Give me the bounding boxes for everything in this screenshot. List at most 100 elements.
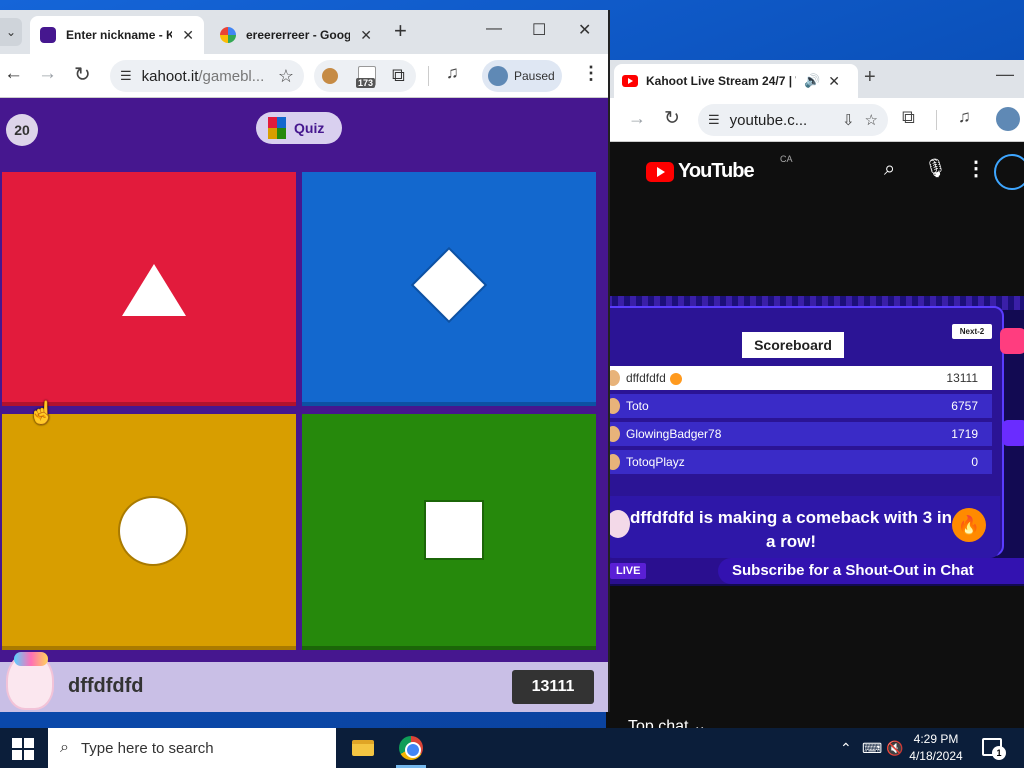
more-options-icon[interactable]: ⋮ (966, 156, 986, 181)
toolbar-divider (428, 66, 429, 86)
comeback-banner: dffdfdfd is making a comeback with 3 in … (606, 496, 1000, 558)
kahoot-url[interactable]: kahoot.it/gamebl... (142, 68, 268, 85)
notification-count: 1 (992, 746, 1006, 760)
volume-muted-icon[interactable]: 🔇 (886, 728, 903, 768)
microphone-icon[interactable]: 🎙 (924, 158, 947, 179)
reload-icon[interactable]: ↻ (74, 62, 91, 87)
toolbar-divider (936, 110, 937, 130)
live-stream-video[interactable]: Scoreboard Next-2 dffdfdfd 13111 Toto 67… (606, 296, 1024, 586)
scoreboard-player-score: 0 (971, 455, 978, 469)
speaker-icon[interactable]: 🔊 (804, 73, 820, 89)
minimize-icon[interactable]: — (486, 20, 502, 38)
circle-icon (120, 498, 186, 564)
scoreboard-player-name: Toto (626, 399, 649, 413)
cookie-extension-icon[interactable] (322, 68, 338, 84)
kahoot-tab-strip: ⌄ Enter nickname - Kahoot! ✕ ereererreer… (0, 10, 608, 54)
youtube-browser-window: Kahoot Live Stream 24/7 | Win 🔊 ✕ + — → … (606, 60, 1024, 728)
tab-google-search[interactable]: ereererreer - Google Search ✕ (210, 16, 382, 54)
new-tab-icon[interactable]: + (394, 18, 407, 44)
profile-status: Paused (514, 69, 555, 83)
install-app-icon[interactable]: ⇩ (842, 111, 855, 129)
folder-icon (352, 740, 374, 756)
triangle-icon (122, 264, 186, 316)
answer-red-triangle[interactable] (2, 172, 296, 406)
back-icon[interactable]: ← (4, 63, 23, 85)
chrome-taskbar-button[interactable] (388, 728, 434, 768)
search-icon[interactable]: ⌕ (884, 158, 895, 181)
reload-icon[interactable]: ↻ (664, 107, 680, 130)
extension-badge: 173 (356, 78, 376, 88)
youtube-tab-title: Kahoot Live Stream 24/7 | Win (646, 74, 796, 88)
scoreboard-player-name: dffdfdfd (626, 371, 666, 385)
profile-avatar[interactable] (996, 107, 1020, 131)
forward-icon[interactable]: → (628, 108, 646, 129)
top-chat-dropdown[interactable]: Top chat ⌄ (628, 716, 706, 728)
youtube-favicon-icon (622, 75, 638, 87)
bookmark-star-icon[interactable]: ☆ (865, 111, 878, 129)
url-path: /gamebl... (198, 67, 265, 85)
answer-yellow-circle[interactable] (2, 414, 296, 650)
square-icon (426, 502, 482, 558)
question-type-badge: Quiz (256, 112, 342, 144)
scoreboard-row: TotoqPlayz 0 (606, 450, 992, 474)
live-badge: LIVE (610, 563, 647, 579)
browser-menu-icon[interactable]: ⋮ (582, 63, 600, 84)
top-chat-label: Top chat (628, 718, 689, 728)
clock-date: 4/18/2024 (909, 749, 963, 763)
minimize-icon[interactable]: — (996, 64, 1014, 85)
forward-icon[interactable]: → (38, 63, 57, 85)
player-score: 13111 (512, 670, 594, 704)
new-tab-icon[interactable]: + (864, 66, 876, 89)
profile-paused-button[interactable]: Paused (482, 60, 562, 92)
live-bar: LIVE Subscribe for a Shout-Out in Chat (606, 558, 1024, 584)
youtube-header: YouTube CA ⌕ 🎙 ⋮ (606, 142, 1024, 200)
player-name: dffdfdfd (68, 675, 144, 697)
file-explorer-button[interactable] (340, 728, 386, 768)
system-clock[interactable]: 4:29 PM 4/18/2024 (904, 731, 968, 765)
scoreboard-player-name: TotoqPlayz (626, 455, 685, 469)
close-window-icon[interactable]: ✕ (578, 20, 591, 40)
windows-taskbar: ⌕ Type here to search ⌃ ⌨ 🔇 4:29 PM 4/18… (0, 728, 1024, 768)
scoreboard-title: Scoreboard (742, 332, 844, 358)
search-icon: ⌕ (60, 739, 69, 756)
diamond-icon (413, 249, 485, 321)
kahoot-favicon-icon (40, 27, 56, 43)
extensions-icon[interactable]: ⧉ (392, 65, 405, 86)
subscribe-message: Subscribe for a Shout-Out in Chat (732, 562, 974, 579)
scoreboard-player-score: 6757 (951, 399, 978, 413)
answer-blue-diamond[interactable] (302, 172, 596, 406)
chevron-down-icon: ⌄ (692, 718, 707, 728)
youtube-tab[interactable]: Kahoot Live Stream 24/7 | Win 🔊 ✕ (614, 64, 858, 98)
close-tab-icon[interactable]: ✕ (360, 27, 372, 44)
media-control-icon[interactable]: ♫ (958, 107, 971, 127)
kahoot-omnibox[interactable]: ☰ kahoot.it/gamebl... ☆ (110, 60, 304, 92)
bookmark-star-icon[interactable]: ☆ (278, 66, 294, 87)
youtube-url[interactable]: youtube.c... (730, 112, 832, 129)
network-icon[interactable]: ⌨ (862, 728, 882, 768)
tab-title: Enter nickname - Kahoot! (66, 28, 172, 42)
hand-cursor-icon: ☝ (28, 400, 56, 425)
extension-group: 173 ⧉ (314, 60, 416, 92)
close-tab-icon[interactable]: ✕ (182, 27, 194, 44)
show-hidden-icons-icon[interactable]: ⌃ (840, 728, 852, 768)
music-note-icon (1000, 328, 1024, 354)
tab-search-icon[interactable]: ⌄ (0, 18, 22, 46)
streak-fire-icon (669, 372, 682, 385)
answer-green-square[interactable] (302, 414, 596, 650)
extensions-icon[interactable]: ⧉ (902, 107, 915, 128)
youtube-logo[interactable]: YouTube CA (646, 154, 793, 183)
chrome-icon (399, 736, 423, 760)
youtube-omnibox[interactable]: ☰ youtube.c... ⇩ ☆ (698, 104, 888, 136)
site-info-icon[interactable]: ☰ (120, 68, 132, 84)
taskbar-search-box[interactable]: ⌕ Type here to search (48, 728, 336, 768)
clock-time: 4:29 PM (913, 732, 959, 746)
windows-start-icon[interactable] (12, 738, 34, 760)
maximize-icon[interactable]: ☐ (532, 20, 546, 40)
tab-kahoot[interactable]: Enter nickname - Kahoot! ✕ (30, 16, 204, 54)
account-icon[interactable] (994, 154, 1024, 190)
media-control-icon[interactable]: ♫ (446, 63, 459, 83)
search-placeholder: Type here to search (80, 739, 214, 757)
close-tab-icon[interactable]: ✕ (828, 73, 840, 90)
site-info-icon[interactable]: ☰ (708, 112, 720, 128)
scoreboard-row: dffdfdfd 13111 (606, 366, 992, 390)
